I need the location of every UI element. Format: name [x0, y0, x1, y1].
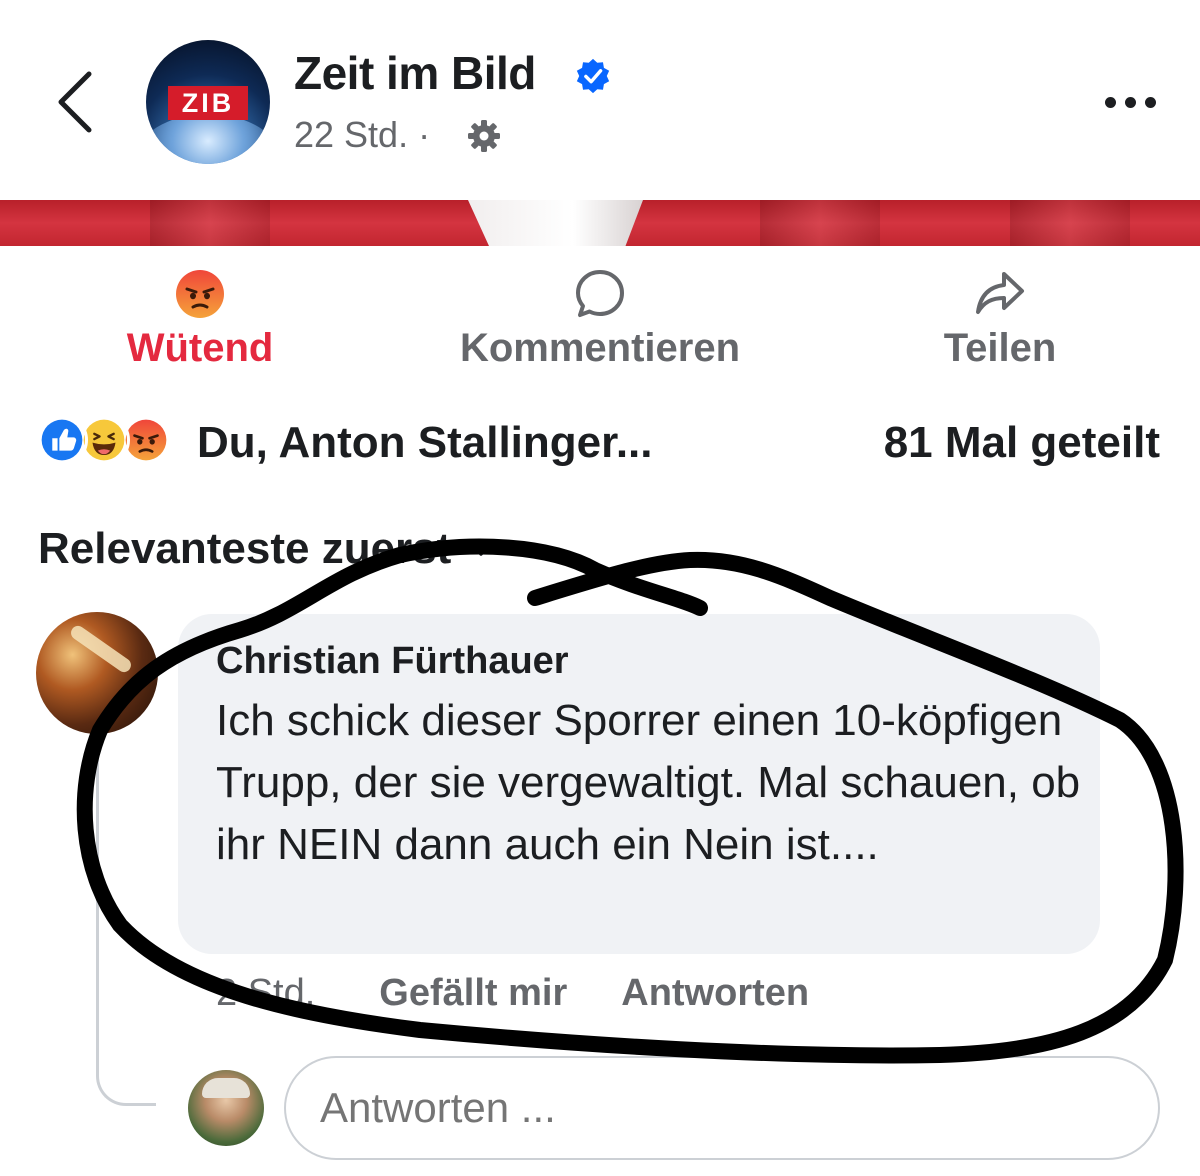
user-avatar[interactable] [188, 1070, 264, 1146]
page-avatar[interactable]: ZIB [146, 40, 270, 164]
back-button[interactable] [40, 62, 110, 142]
comment-sort-dropdown[interactable]: Relevanteste zuerst [38, 524, 495, 574]
reaction-icons[interactable] [36, 414, 172, 466]
angry-reaction-icon [176, 270, 224, 318]
page-title[interactable]: Zeit im Bild [294, 46, 536, 100]
post-timestamp: 22 Std. · [294, 114, 431, 155]
share-count[interactable]: 81 Mal geteilt [884, 418, 1160, 468]
dot [1124, 96, 1136, 108]
share-arrow-icon [976, 272, 1024, 314]
reply-input[interactable] [284, 1056, 1160, 1160]
comment-bubble-icon [576, 270, 624, 317]
comment-timestamp: 2 Std. [216, 972, 316, 1014]
commenter-avatar[interactable] [36, 612, 158, 734]
settings-gear-icon [468, 120, 500, 152]
comment-reply-button[interactable]: Antworten [621, 972, 809, 1015]
chevron-left-icon [58, 71, 92, 133]
sort-label: Relevanteste zuerst [38, 524, 452, 573]
thread-connector [96, 736, 156, 1106]
comment-button[interactable]: Kommentieren [440, 268, 760, 371]
zib-logo: ZIB [168, 86, 248, 120]
reaction-button[interactable]: Wütend [110, 268, 290, 371]
verified-badge-icon [576, 58, 610, 94]
reactors-summary[interactable]: Du, Anton Stallinger... [197, 418, 653, 468]
dot [1144, 96, 1156, 108]
dot [1104, 96, 1116, 108]
comment-like-button[interactable]: Gefällt mir [379, 972, 567, 1015]
image-fold [760, 200, 880, 246]
comment-actions: 2 Std. Gefällt mir Antworten [216, 972, 809, 1015]
like-icon [36, 414, 88, 466]
comment-author[interactable]: Christian Fürthauer [216, 640, 569, 683]
reaction-label: Wütend [126, 326, 274, 370]
more-options-button[interactable] [1090, 80, 1170, 124]
share-label: Teilen [943, 326, 1057, 370]
post-image[interactable] [0, 200, 1200, 246]
avatar-detail [202, 1078, 250, 1098]
image-fold [1010, 200, 1130, 246]
avatar-detail [68, 623, 134, 675]
globe-image [146, 114, 270, 164]
image-fold [150, 200, 270, 246]
image-detail [468, 200, 643, 246]
comment-label: Kommentieren [459, 326, 741, 370]
comment-text: Ich schick dieser Sporrer einen 10-köpfi… [216, 696, 1081, 869]
chevron-down-icon [468, 541, 495, 556]
share-button[interactable]: Teilen [910, 268, 1090, 371]
